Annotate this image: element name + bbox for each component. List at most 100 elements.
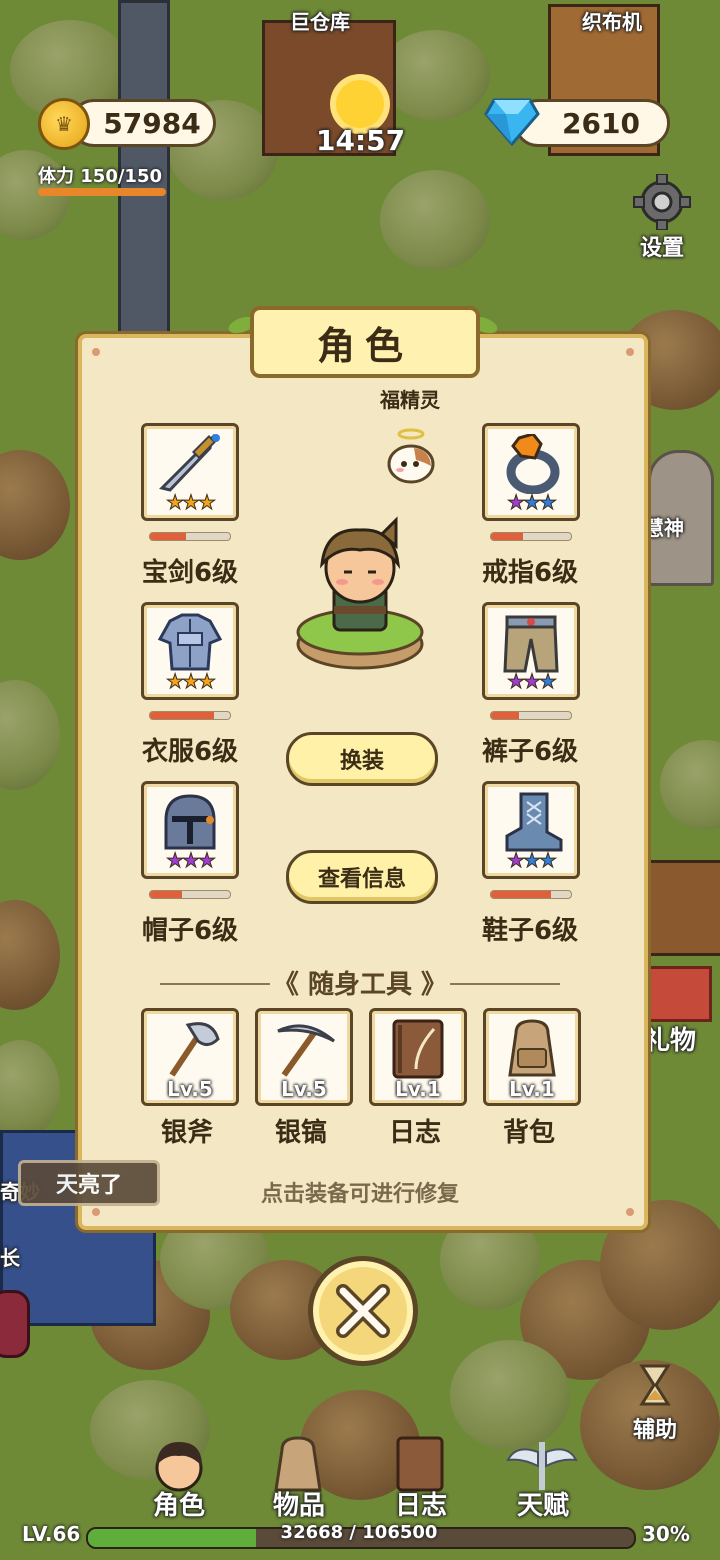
- assist-label: 辅助: [632, 1418, 677, 1443]
- pet-name: 福精灵: [380, 388, 440, 412]
- star-icon: ★: [538, 490, 557, 515]
- pickaxe-name: 银镐: [274, 1118, 327, 1148]
- sun-icon: [336, 80, 384, 128]
- star-icon: ★: [197, 669, 216, 694]
- barn-label: 巨仓库: [290, 10, 350, 34]
- right-chevrons-icon: 》: [412, 970, 448, 1000]
- close-icon: [336, 1284, 390, 1338]
- star-icon: ★: [538, 848, 557, 873]
- panel-title: 角色: [250, 306, 480, 378]
- nav-character-label: 角色: [152, 1491, 205, 1521]
- star-icon: ★: [166, 669, 185, 694]
- settings-label: 设置: [639, 236, 684, 261]
- player-character-avatar[interactable]: [292, 516, 428, 676]
- change-outfit-button[interactable]: 换装: [286, 732, 438, 786]
- durability-bar: [490, 890, 572, 899]
- durability-fill: [150, 891, 182, 898]
- npc-character[interactable]: [0, 1290, 30, 1358]
- durability-fill: [491, 891, 551, 898]
- durability-bar: [149, 532, 231, 541]
- pants-icon: [503, 615, 559, 673]
- gift-box[interactable]: [640, 966, 712, 1022]
- tool-slot-axe[interactable]: Lv.5: [141, 1008, 239, 1106]
- gift-label: 礼物: [644, 1026, 697, 1056]
- tree: [380, 170, 490, 270]
- helmet-icon: [164, 794, 216, 850]
- close-button[interactable]: [308, 1256, 418, 1366]
- journal-icon: [392, 1019, 444, 1079]
- tool-slot-pickaxe[interactable]: Lv.5: [255, 1008, 353, 1106]
- star-icon: ★: [538, 669, 557, 694]
- tree: [0, 1040, 60, 1140]
- star-rating: ★★★: [485, 848, 577, 873]
- star-icon: ★: [523, 490, 542, 515]
- equip-slot-helmet[interactable]: ★★★: [141, 781, 239, 879]
- repair-hint: 点击装备可进行修复: [260, 1182, 459, 1207]
- star-icon: ★: [182, 669, 201, 694]
- ring-label: 戒指6级: [481, 558, 579, 588]
- tool-level: Lv.1: [395, 1077, 441, 1101]
- hourglass-icon: [639, 1364, 671, 1406]
- star-icon: ★: [507, 848, 526, 873]
- crate: [640, 860, 720, 956]
- star-rating: ★★★: [144, 848, 236, 873]
- nav-journal[interactable]: 日志: [366, 1436, 476, 1526]
- durability-bar: [149, 711, 231, 720]
- nav-character[interactable]: 角色: [124, 1436, 234, 1526]
- durability-bar: [490, 711, 572, 720]
- equip-slot-armor[interactable]: ★★★: [141, 602, 239, 700]
- tool-slot-journal[interactable]: Lv.1: [369, 1008, 467, 1106]
- star-icon: ★: [197, 490, 216, 515]
- star-icon: ★: [523, 669, 542, 694]
- boots-label: 鞋子6级: [481, 916, 579, 946]
- star-rating: ★★★: [485, 669, 577, 694]
- equip-slot-boots[interactable]: ★★★: [482, 781, 580, 879]
- fortune-spirit-pet-icon[interactable]: [384, 426, 438, 486]
- nav-journal-label: 日志: [394, 1491, 447, 1521]
- nav-items[interactable]: 物品: [244, 1436, 354, 1526]
- assist-button[interactable]: 辅助: [630, 1364, 680, 1444]
- chief-label: 长: [0, 1246, 20, 1270]
- daybreak-notice: 天亮了: [18, 1160, 160, 1206]
- armor-icon: [157, 613, 223, 671]
- character-icon: [155, 1442, 203, 1492]
- helmet-label: 帽子6级: [141, 916, 239, 946]
- stamina-label: 体力 150/150: [38, 166, 162, 187]
- star-icon: ★: [182, 490, 201, 515]
- gem-count: 2610: [562, 106, 640, 140]
- star-icon: ★: [166, 490, 185, 515]
- player-level: LV.66: [22, 1522, 81, 1546]
- ring-icon: [506, 434, 560, 494]
- stamina-bar: [38, 188, 166, 196]
- nav-talent[interactable]: 天赋: [488, 1436, 598, 1526]
- equip-slot-ring[interactable]: ★★★: [482, 423, 580, 521]
- nav-talent-label: 天赋: [516, 1491, 569, 1521]
- durability-bar: [490, 532, 572, 541]
- equip-slot-sword[interactable]: ★★★: [141, 423, 239, 521]
- coin-counter[interactable]: 57984: [70, 99, 216, 147]
- equip-slot-pants[interactable]: ★★★: [482, 602, 580, 700]
- star-icon: ★: [197, 848, 216, 873]
- tree: [0, 450, 70, 560]
- boot-icon: [505, 792, 563, 852]
- diamond-icon: [484, 98, 540, 146]
- tree: [660, 740, 720, 830]
- xp-percent: 30%: [642, 1522, 690, 1546]
- stamina-bar-fill: [38, 188, 166, 196]
- loom-label: 织布机: [582, 10, 642, 34]
- view-info-button[interactable]: 查看信息: [286, 850, 438, 904]
- left-chevrons-icon: 《: [272, 970, 308, 1000]
- gear-icon: [633, 173, 691, 231]
- pickaxe-icon: [277, 1024, 335, 1077]
- durability-fill: [150, 533, 186, 540]
- tool-level: Lv.1: [509, 1077, 555, 1101]
- xp-text: 32668 / 106500: [280, 1522, 438, 1543]
- journal-icon: [396, 1436, 444, 1492]
- star-rating: ★★★: [485, 490, 577, 515]
- journal-name: 日志: [388, 1118, 441, 1148]
- tree: [0, 900, 60, 1010]
- armor-label: 衣服6级: [141, 737, 239, 767]
- settings-button[interactable]: 设置: [628, 173, 696, 262]
- tool-slot-backpack[interactable]: Lv.1: [483, 1008, 581, 1106]
- durability-bar: [149, 890, 231, 899]
